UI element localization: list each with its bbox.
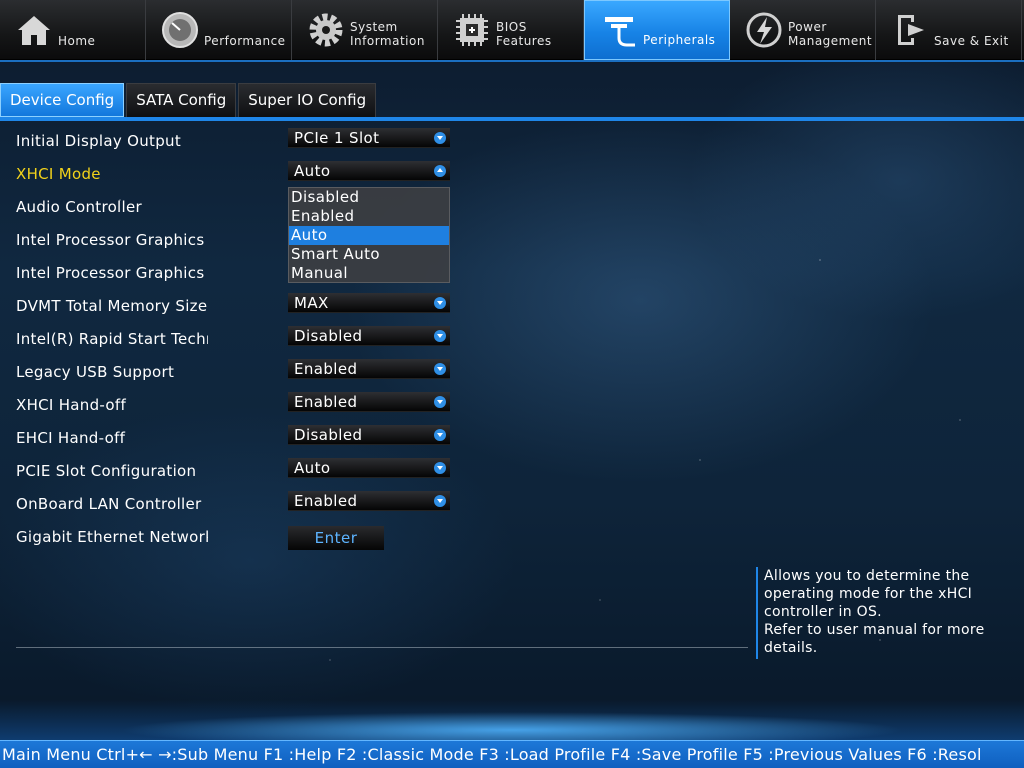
- tab-system-information-label: System Information: [350, 20, 425, 48]
- initial-display-output-select[interactable]: PCIe 1 Slot: [288, 128, 450, 148]
- hotkey-text: Main Menu Ctrl+← →:Sub Menu F1 :Help F2 …: [2, 745, 982, 764]
- power-icon: [744, 10, 784, 50]
- ehci-handoff-value: Disabled: [294, 426, 363, 444]
- setting-ehci-handoff-label[interactable]: EHCI Hand-off: [16, 427, 208, 449]
- onboard-lan-value: Enabled: [294, 492, 358, 510]
- tab-performance[interactable]: Performance: [146, 0, 292, 60]
- setting-rapid-start-label[interactable]: Intel(R) Rapid Start Techn: [16, 328, 208, 350]
- tab-power-management-label: Power Management: [788, 20, 873, 48]
- menu-divider: [0, 60, 1024, 62]
- setting-xhci-mode-label[interactable]: XHCI Mode: [16, 163, 208, 185]
- tab-performance-label: Performance: [204, 34, 286, 48]
- tab-bios-features[interactable]: BIOS Features: [438, 0, 584, 60]
- onboard-lan-select[interactable]: Enabled: [288, 491, 450, 511]
- pcie-slot-config-value: Auto: [294, 459, 331, 477]
- chevron-down-icon: [434, 330, 446, 342]
- ehci-handoff-select[interactable]: Disabled: [288, 425, 450, 445]
- tab-home[interactable]: Home: [0, 0, 146, 60]
- tab-bios-features-label: BIOS Features: [496, 20, 552, 48]
- tab-home-label: Home: [58, 34, 96, 48]
- legacy-usb-select[interactable]: Enabled: [288, 359, 450, 379]
- gauge-icon: [160, 10, 200, 50]
- setting-dvmt-total-memory-label[interactable]: DVMT Total Memory Size: [16, 295, 208, 317]
- dropdown-option-manual[interactable]: Manual: [289, 264, 449, 283]
- chevron-down-icon: [434, 363, 446, 375]
- dropdown-option-smart-auto[interactable]: Smart Auto: [289, 245, 449, 264]
- gigabit-ethernet-enter-button[interactable]: Enter: [288, 526, 384, 550]
- setting-audio-controller-label[interactable]: Audio Controller: [16, 196, 208, 218]
- sub-tab-bar: Device Config SATA Config Super IO Confi…: [0, 83, 378, 117]
- dvmt-total-memory-select[interactable]: MAX: [288, 293, 450, 313]
- xhci-mode-dropdown-list: Disabled Enabled Auto Smart Auto Manual: [288, 187, 450, 283]
- tab-power-management[interactable]: Power Management: [730, 0, 876, 60]
- xhci-mode-value: Auto: [294, 162, 331, 180]
- setting-gigabit-ethernet-label[interactable]: Gigabit Ethernet Network: [16, 526, 208, 548]
- help-text: Allows you to determine the operating mo…: [764, 568, 985, 656]
- tab-system-information[interactable]: System Information: [292, 0, 438, 60]
- content-divider: [16, 647, 748, 648]
- chevron-down-icon: [434, 132, 446, 144]
- chevron-down-icon: [434, 396, 446, 408]
- chevron-down-icon: [434, 297, 446, 309]
- exit-icon: [890, 10, 930, 50]
- subtab-super-io-config[interactable]: Super IO Config: [238, 83, 377, 117]
- setting-initial-display-output-label[interactable]: Initial Display Output: [16, 130, 208, 152]
- chevron-down-icon: [434, 429, 446, 441]
- tab-save-exit[interactable]: Save & Exit: [876, 0, 1022, 60]
- tab-save-exit-label: Save & Exit: [934, 34, 1009, 48]
- plug-icon: [599, 11, 639, 51]
- dropdown-option-disabled[interactable]: Disabled: [289, 188, 449, 207]
- gear-icon: [306, 10, 346, 50]
- xhci-mode-select[interactable]: Auto: [288, 161, 450, 181]
- chevron-down-icon: [434, 495, 446, 507]
- setting-onboard-lan-label[interactable]: OnBoard LAN Controller: [16, 493, 208, 515]
- setting-pcie-slot-config-label[interactable]: PCIE Slot Configuration: [16, 460, 208, 482]
- subtab-device-config[interactable]: Device Config: [0, 83, 125, 117]
- bottom-glow: [0, 700, 1024, 740]
- rapid-start-value: Disabled: [294, 327, 363, 345]
- chip-icon: [452, 10, 492, 50]
- chevron-down-icon: [434, 462, 446, 474]
- pcie-slot-config-select[interactable]: Auto: [288, 458, 450, 478]
- subtab-divider: [0, 117, 1024, 121]
- setting-legacy-usb-label[interactable]: Legacy USB Support: [16, 361, 208, 383]
- dvmt-total-memory-value: MAX: [294, 294, 329, 312]
- xhci-handoff-select[interactable]: Enabled: [288, 392, 450, 412]
- help-description: Allows you to determine the operating mo…: [756, 567, 1016, 659]
- initial-display-output-value: PCIe 1 Slot: [294, 129, 380, 147]
- home-icon: [14, 10, 54, 50]
- subtab-sata-config[interactable]: SATA Config: [126, 83, 237, 117]
- chevron-up-icon: [434, 165, 446, 177]
- setting-xhci-handoff-label[interactable]: XHCI Hand-off: [16, 394, 208, 416]
- xhci-handoff-value: Enabled: [294, 393, 358, 411]
- tab-peripherals-label: Peripherals: [643, 33, 716, 47]
- setting-intel-processor-graphics-label[interactable]: Intel Processor Graphics: [16, 229, 208, 251]
- rapid-start-select[interactable]: Disabled: [288, 326, 450, 346]
- main-menu-bar: Home Performance System Information BIOS…: [0, 0, 1024, 60]
- dropdown-option-auto[interactable]: Auto: [289, 226, 449, 245]
- dropdown-option-enabled[interactable]: Enabled: [289, 207, 449, 226]
- tab-peripherals[interactable]: Peripherals: [584, 0, 730, 60]
- setting-intel-processor-graphics-m-label[interactable]: Intel Processor Graphics M: [16, 262, 208, 284]
- hotkey-status-bar: Main Menu Ctrl+← →:Sub Menu F1 :Help F2 …: [0, 740, 1024, 768]
- legacy-usb-value: Enabled: [294, 360, 358, 378]
